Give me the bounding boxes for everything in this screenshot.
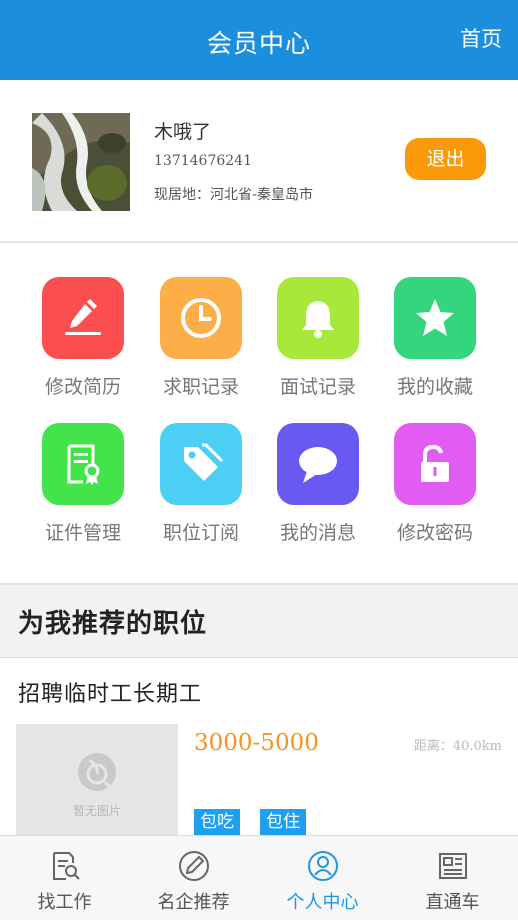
menu-favorites[interactable]: 我的收藏	[380, 277, 490, 399]
bottom-tab-bar: 找工作 名企推荐 个人中心 直通车	[0, 835, 518, 920]
job-salary: 3000-5000	[194, 730, 319, 756]
page-title: 会员中心	[206, 29, 311, 58]
menu-label: 修改密码	[396, 522, 473, 544]
job-tag: 包吃	[194, 809, 240, 836]
user-location: 现居地：河北省-秦皇岛市	[154, 187, 314, 203]
tab-label: 个人中心	[286, 892, 359, 913]
tab-top-companies[interactable]: 名企推荐	[129, 836, 258, 920]
menu-label: 修改简历	[44, 376, 121, 398]
job-title[interactable]: 招聘临时工长期工	[18, 676, 202, 708]
certificate-icon	[42, 423, 124, 505]
tab-label: 找工作	[37, 892, 92, 913]
no-image-text: 暂无图片	[72, 804, 121, 818]
tag-icon	[160, 423, 242, 505]
home-link[interactable]: 首页	[460, 23, 502, 53]
profile-card: 木哦了 13714676241 现居地：河北省-秦皇岛市 退出	[0, 80, 518, 243]
menu-label: 求职记录	[162, 376, 239, 398]
unlock-icon	[394, 423, 476, 505]
recommend-heading: 为我推荐的职位	[18, 609, 208, 639]
menu-messages[interactable]: 我的消息	[263, 423, 373, 545]
menu-label: 职位订阅	[162, 522, 239, 544]
user-icon	[307, 851, 338, 881]
star-icon	[394, 277, 476, 359]
tab-find-job[interactable]: 找工作	[0, 836, 129, 920]
user-name: 木哦了	[154, 121, 212, 143]
job-tag: 包住	[260, 809, 306, 836]
user-phone: 13714676241	[154, 153, 252, 169]
job-distance: 距离：40.0km	[413, 739, 502, 754]
tab-personal-center[interactable]: 个人中心	[258, 836, 387, 920]
chat-bubble-icon	[277, 423, 359, 505]
function-grid: 修改简历 求职记录 面试记录 我的收藏 证件管理 职位订阅 我的消息 修改密码	[0, 245, 518, 583]
menu-change-password[interactable]: 修改密码	[380, 423, 490, 545]
bell-icon	[277, 277, 359, 359]
top-bar: 会员中心 首页	[0, 0, 518, 80]
menu-label: 证件管理	[44, 522, 121, 544]
tab-label: 名企推荐	[157, 892, 230, 913]
menu-job-records[interactable]: 求职记录	[146, 277, 256, 399]
tab-express[interactable]: 直通车	[388, 836, 517, 920]
edit-resume-icon	[42, 277, 124, 359]
recommend-header: 为我推荐的职位	[0, 585, 518, 658]
menu-certificates[interactable]: 证件管理	[28, 423, 138, 545]
menu-job-subscription[interactable]: 职位订阅	[146, 423, 256, 545]
avatar[interactable]	[32, 113, 130, 211]
logout-button[interactable]: 退出	[405, 138, 486, 180]
placeholder-image-icon	[78, 753, 116, 791]
menu-edit-resume[interactable]: 修改简历	[28, 277, 138, 399]
menu-label: 我的消息	[279, 522, 356, 544]
news-icon	[438, 853, 467, 879]
menu-label: 面试记录	[279, 376, 356, 398]
clock-icon	[160, 277, 242, 359]
job-search-icon	[52, 852, 80, 880]
menu-interview-records[interactable]: 面试记录	[263, 277, 373, 399]
pen-icon	[178, 851, 209, 881]
job-thumbnail[interactable]: 暂无图片	[16, 724, 178, 836]
menu-label: 我的收藏	[396, 376, 473, 398]
tab-label: 直通车	[425, 892, 480, 913]
